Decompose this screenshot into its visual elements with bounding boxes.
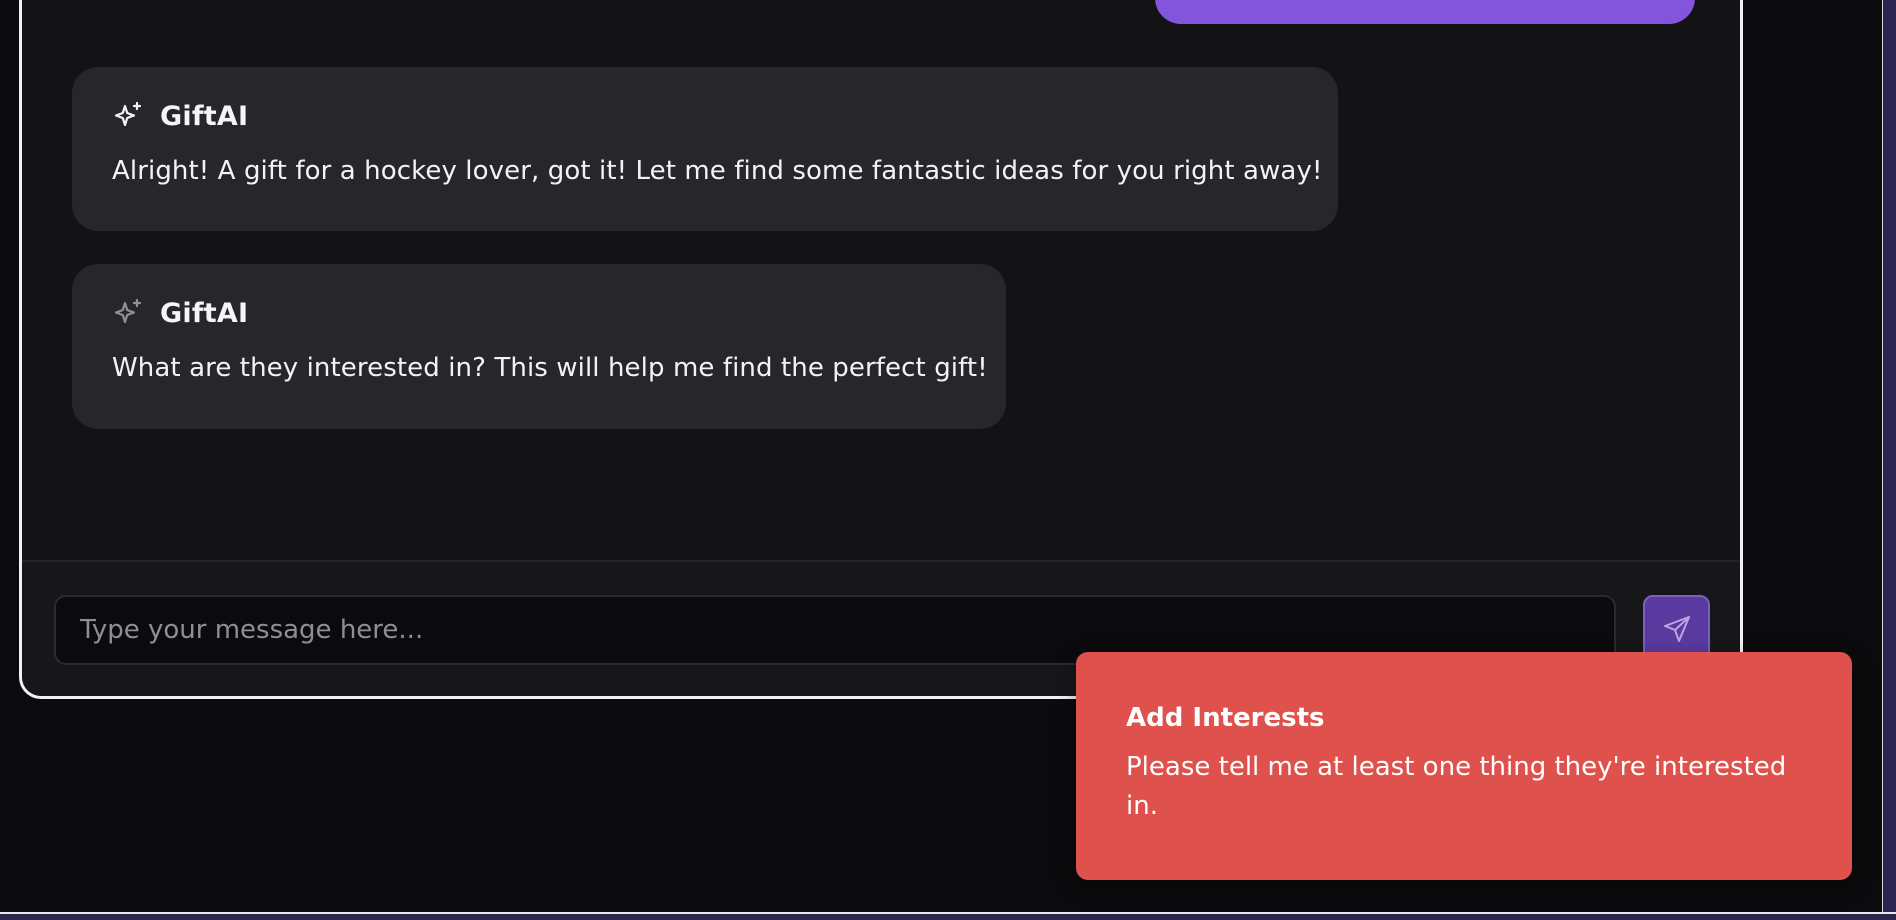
- toast-title: Add Interests: [1126, 703, 1325, 733]
- toast-description: Please tell me at least one thing they'r…: [1126, 751, 1787, 821]
- error-toast[interactable]: Add Interests Please tell me at least on…: [1076, 652, 1852, 880]
- window-frame-bottom: [0, 912, 1896, 920]
- sparkles-icon: [114, 298, 142, 324]
- message-header: GiftAI: [112, 295, 966, 331]
- sender-name: GiftAI: [160, 100, 249, 132]
- message-header: GiftAI: [112, 98, 1298, 134]
- send-icon: [1663, 616, 1690, 642]
- message-list[interactable]: GiftAI Alright! A gift for a hockey love…: [22, 0, 1740, 560]
- app-stage: GiftAI Alright! A gift for a hockey love…: [0, 0, 1896, 920]
- message-text: Alright! A gift for a hockey lover, got …: [112, 156, 1323, 186]
- user-message-bubble: [1155, 0, 1695, 24]
- sender-name: GiftAI: [160, 297, 249, 329]
- window-frame-right: [1883, 0, 1896, 920]
- sparkles-icon: [114, 101, 142, 127]
- message-text: What are they interested in? This will h…: [112, 353, 988, 383]
- chat-panel: GiftAI Alright! A gift for a hockey love…: [19, 0, 1743, 699]
- assistant-message: GiftAI What are they interested in? This…: [72, 264, 1006, 429]
- assistant-message: GiftAI Alright! A gift for a hockey love…: [72, 67, 1338, 231]
